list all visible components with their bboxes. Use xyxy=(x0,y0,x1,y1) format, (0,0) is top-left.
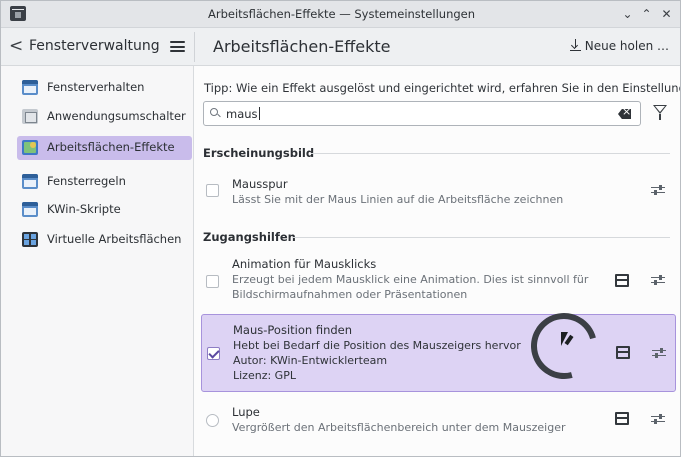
effect-name: Animation für Mausklicks xyxy=(232,257,377,271)
effect-name: Lupe xyxy=(232,405,260,419)
effect-author: Autor: KWin-Entwicklerteam xyxy=(233,354,388,367)
hamburger-menu-icon[interactable] xyxy=(170,41,185,52)
window-rules-icon xyxy=(22,174,38,189)
sidebar-item-fensterverhalten[interactable]: Fensterverhalten xyxy=(17,76,192,100)
header-divider xyxy=(194,32,195,62)
sidebar-item-anwendungsumschalter[interactable]: Anwendungsumschalter xyxy=(17,105,192,129)
effect-name: Mausspur xyxy=(232,177,288,191)
configure-icon[interactable] xyxy=(652,347,666,359)
sidebar-item-fensterregeln[interactable]: Fensterregeln xyxy=(17,170,192,194)
effect-description-line-1: Erzeugt bei jedem Mausklick eine Animati… xyxy=(232,273,589,286)
effect-radio[interactable] xyxy=(206,414,219,427)
tip-text: Tipp: Wie ein Effekt ausgelöst und einge… xyxy=(204,81,681,95)
mouse-pointer-icon xyxy=(561,332,568,346)
effect-checkbox[interactable] xyxy=(206,275,219,288)
header-bar: < Fensterverwaltung Arbeitsflächen-Effek… xyxy=(1,28,680,66)
effect-animation-mausklicks[interactable]: Animation für Mausklicks Erzeugt bei jed… xyxy=(201,252,676,308)
video-preview-icon[interactable] xyxy=(615,412,629,425)
clear-search-icon[interactable] xyxy=(618,109,631,119)
section-divider xyxy=(293,237,670,238)
minimize-button[interactable]: ⌄ xyxy=(619,5,636,23)
close-button[interactable]: ✕ xyxy=(658,5,675,23)
effect-license: Lizenz: GPL xyxy=(233,369,296,382)
effect-lupe[interactable]: Lupe Vergrößert den Arbeitsflächenbereic… xyxy=(201,399,676,441)
configure-icon[interactable] xyxy=(651,274,665,286)
effect-description-line-1: Hebt bei Bedarf die Position des Mauszei… xyxy=(233,339,521,352)
title-bar: Arbeitsflächen-Effekte — Systemeinstellu… xyxy=(1,1,680,28)
effect-checkbox[interactable] xyxy=(207,347,220,360)
sidebar: Fensterverhalten Anwendungsumschalter Ar… xyxy=(1,66,194,456)
back-button[interactable]: < xyxy=(9,37,25,55)
effect-checkbox[interactable] xyxy=(206,184,219,197)
section-divider xyxy=(311,153,670,154)
desktop-effects-icon xyxy=(22,140,38,155)
page-title: Arbeitsflächen-Effekte xyxy=(213,37,391,56)
get-new-button[interactable]: Neue holen … xyxy=(569,39,669,53)
video-preview-icon[interactable] xyxy=(615,274,629,287)
get-new-label: Neue holen … xyxy=(584,39,669,53)
search-icon xyxy=(210,108,220,118)
sidebar-item-virtuelle-arbeitsflaechen[interactable]: Virtuelle Arbeitsflächen xyxy=(17,228,192,252)
effect-description: Lässt Sie mit der Maus Linien auf die Ar… xyxy=(232,193,564,206)
sidebar-item-kwin-skripte[interactable]: KWin-Skripte xyxy=(17,198,192,222)
maximize-button[interactable]: ⌃ xyxy=(638,5,655,23)
sidebar-item-label: Virtuelle Arbeitsflächen xyxy=(47,232,182,246)
sidebar-item-arbeitsflaechen-effekte[interactable]: Arbeitsflächen-Effekte xyxy=(17,136,192,160)
sidebar-item-label: Anwendungsumschalter xyxy=(47,109,186,123)
search-query: maus xyxy=(226,107,258,121)
section-title: Erscheinungsbild xyxy=(203,146,315,160)
configure-icon[interactable] xyxy=(651,184,665,196)
breadcrumb[interactable]: Fensterverwaltung xyxy=(29,38,160,54)
settings-window: Arbeitsflächen-Effekte — Systemeinstellu… xyxy=(0,0,681,457)
filter-icon-stem xyxy=(659,114,661,120)
download-icon xyxy=(569,39,581,52)
video-preview-icon[interactable] xyxy=(616,346,630,359)
section-title: Zugangshilfen xyxy=(203,230,296,244)
sidebar-item-label: Arbeitsflächen-Effekte xyxy=(47,140,175,154)
effect-description-line-2: Bildschirmaufnahmen oder Präsentationen xyxy=(232,288,468,301)
kwin-scripts-icon xyxy=(22,202,38,217)
configure-icon[interactable] xyxy=(651,413,665,425)
task-switcher-icon xyxy=(22,109,38,124)
virtual-desktops-icon xyxy=(22,232,38,247)
window-title: Arbeitsflächen-Effekte — Systemeinstellu… xyxy=(207,7,476,21)
search-value[interactable]: maus xyxy=(226,107,260,121)
window-icon xyxy=(22,80,38,95)
effect-mausspur[interactable]: Mausspur Lässt Sie mit der Maus Linien a… xyxy=(201,171,676,213)
sidebar-item-label: Fensterverhalten xyxy=(47,80,145,94)
effect-maus-position-finden[interactable]: Maus-Position finden Hebt bei Bedarf die… xyxy=(201,314,676,392)
effect-description: Vergrößert den Arbeitsflächenbereich unt… xyxy=(232,421,566,434)
sidebar-item-label: Fensterregeln xyxy=(47,174,126,188)
search-input[interactable]: maus xyxy=(203,101,641,126)
effect-name: Maus-Position finden xyxy=(233,323,353,337)
sidebar-item-label: KWin-Skripte xyxy=(47,202,121,216)
